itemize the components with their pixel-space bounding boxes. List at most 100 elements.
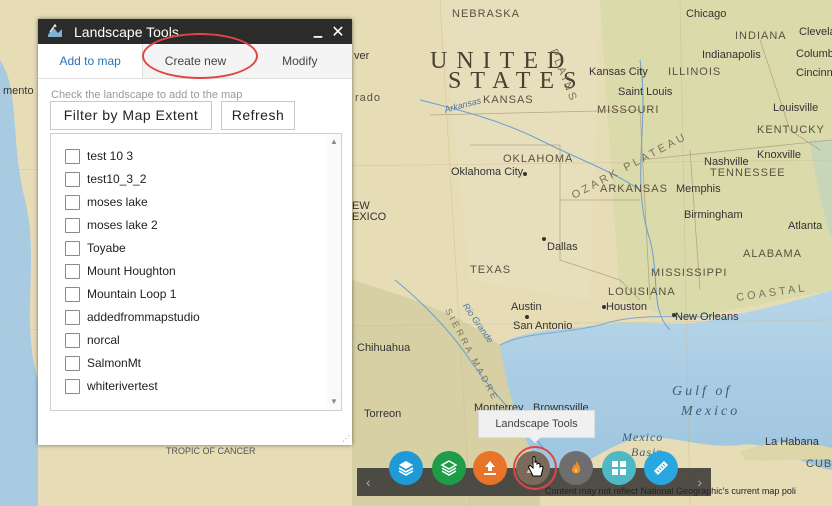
map-label-tennessee: TENNESSEE — [710, 167, 786, 179]
map-attribution: Content may not reflect National Geograp… — [545, 486, 796, 496]
list-item[interactable]: Mountain Loop 1 — [65, 286, 176, 302]
map-label-oklahoma: OKLAHOMA — [503, 153, 574, 165]
map-label-missouri: MISSOURI — [597, 104, 660, 116]
hint-text: Check the landscape to add to the map — [51, 89, 243, 101]
upload-button[interactable] — [473, 451, 507, 485]
map-label-austin: Austin — [511, 301, 542, 313]
map-label-atlanta: Atlanta — [788, 220, 823, 232]
checkbox[interactable] — [65, 171, 80, 187]
map-label-chihuahua: Chihuahua — [357, 342, 411, 354]
tab-add-to-map[interactable]: Add to map — [38, 44, 144, 78]
layer-list-button[interactable] — [432, 451, 466, 485]
landscape-list[interactable]: test 10 3 test10_3_2 moses lake moses la… — [50, 133, 342, 411]
list-item-label: test 10 3 — [87, 149, 134, 163]
map-label-oklahoma-city: Oklahoma City — [451, 166, 524, 178]
toolbar-prev-icon[interactable]: ‹ — [366, 474, 371, 490]
map-label-fragment-mento: mento — [3, 85, 34, 97]
map-label-chicago: Chicago — [686, 8, 727, 20]
checkbox[interactable] — [65, 148, 80, 164]
list-item[interactable]: whiterivertest — [65, 378, 158, 394]
list-item[interactable]: Toyabe — [65, 240, 126, 256]
checkbox[interactable] — [65, 240, 80, 256]
list-item[interactable]: SalmonMt — [65, 355, 141, 371]
map-label-louisiana: LOUISIANA — [608, 286, 676, 298]
toolbar-tooltip: Landscape Tools — [478, 410, 595, 443]
upload-icon — [484, 461, 496, 475]
map-label-kansas-city: Kansas City — [589, 66, 648, 78]
list-item[interactable]: test 10 3 — [65, 148, 133, 164]
list-item-label: norcal — [87, 333, 120, 347]
minimize-button[interactable]: ▁ — [308, 25, 328, 38]
list-item[interactable]: test10_3_2 — [65, 171, 146, 187]
map-label-illinois: ILLINOIS — [668, 66, 722, 78]
checkbox[interactable] — [65, 194, 80, 210]
measure-button[interactable] — [644, 451, 678, 485]
list-item-label: addedfrommapstudio — [87, 310, 200, 324]
ruler-icon — [654, 461, 668, 475]
map-label-mississippi: MISSISSIPPI — [651, 267, 728, 279]
checkbox[interactable] — [65, 263, 80, 279]
map-label-mexico-basin-1: Mexico — [622, 430, 664, 444]
map-label-torreon: Torreon — [364, 408, 402, 420]
list-item[interactable]: Mount Houghton — [65, 263, 176, 279]
checkbox[interactable] — [65, 217, 80, 233]
checkbox[interactable] — [65, 286, 80, 302]
city-marker — [523, 172, 527, 176]
scroll-down-icon[interactable]: ▼ — [330, 397, 338, 406]
map-label-tropic-of-cancer: TROPIC OF CANCER — [166, 446, 256, 456]
checkbox[interactable] — [65, 378, 80, 394]
map-label-columbus: Columbu — [796, 48, 832, 60]
resize-grip-icon[interactable]: ⋰ — [342, 434, 350, 443]
landscape-tools-logo-icon — [48, 23, 62, 37]
map-label-mexico-fragment-2: EXICO — [352, 211, 387, 223]
list-item-label: whiterivertest — [87, 379, 158, 393]
list-scrollbar[interactable]: ▲ ▼ — [327, 134, 341, 410]
list-item[interactable]: norcal — [65, 332, 120, 348]
list-item-label: moses lake 2 — [87, 218, 158, 232]
map-label-fragment-ver: ver — [354, 50, 370, 62]
list-item[interactable]: addedfrommapstudio — [65, 309, 200, 325]
tab-create-new[interactable]: Create new — [143, 44, 247, 78]
checkbox[interactable] — [65, 332, 80, 348]
map-label-kentucky: KENTUCKY — [757, 124, 825, 136]
city-marker — [602, 305, 606, 309]
filter-by-map-extent-button[interactable]: Filter by Map Extent — [50, 101, 212, 130]
map-label-cincinnati: Cincinna — [796, 67, 832, 79]
map-label-texas: TEXAS — [470, 264, 512, 276]
close-button[interactable]: ✕ — [328, 22, 348, 42]
map-label-new-orleans: New Orleans — [675, 311, 739, 323]
map-label-dallas: Dallas — [547, 241, 578, 253]
map-label-indiana: INDIANA — [735, 30, 787, 42]
list-item-label: moses lake — [87, 195, 148, 209]
map-label-alabama: ALABAMA — [743, 248, 802, 260]
scroll-up-icon[interactable]: ▲ — [330, 137, 338, 146]
map-label-saint-louis: Saint Louis — [618, 86, 673, 98]
map-label-birmingham: Birmingham — [684, 209, 743, 221]
map-label-memphis: Memphis — [676, 183, 721, 195]
map-label-indianapolis: Indianapolis — [702, 49, 761, 61]
map-label-houston: Houston — [606, 301, 647, 313]
layer-stack-icon — [440, 460, 458, 476]
panel-header[interactable]: Landscape Tools ▁ ✕ — [38, 19, 352, 44]
tab-modify[interactable]: Modify — [248, 44, 352, 78]
city-marker — [542, 237, 546, 241]
map-label-san-antonio: San Antonio — [513, 320, 573, 332]
city-marker — [672, 313, 676, 317]
layers-button[interactable] — [389, 451, 423, 485]
map-label-arkansas: ARKANSAS — [600, 183, 668, 195]
map-label-cuba: CUB — [806, 458, 832, 470]
list-item-label: Mount Houghton — [87, 264, 176, 278]
fire-button[interactable] — [559, 451, 593, 485]
map-label-kansas: KANSAS — [483, 94, 534, 106]
refresh-button[interactable]: Refresh — [221, 101, 295, 130]
map-label-nebraska: NEBRASKA — [452, 8, 520, 20]
panel-tabs: Add to map Create new Modify — [38, 44, 352, 79]
list-item[interactable]: moses lake 2 — [65, 217, 158, 233]
checkbox[interactable] — [65, 309, 80, 325]
map-label-louisville: Louisville — [773, 102, 819, 114]
list-item[interactable]: moses lake — [65, 194, 148, 210]
checkbox[interactable] — [65, 355, 80, 371]
city-marker — [525, 315, 529, 319]
grid-button[interactable] — [602, 451, 636, 485]
map-label-la-habana: La Habana — [765, 436, 819, 448]
